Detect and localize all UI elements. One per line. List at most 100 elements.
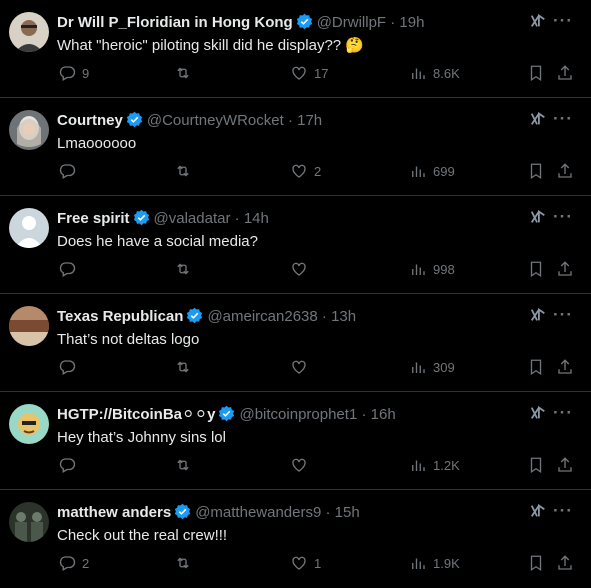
views-button[interactable]: 8.6K <box>409 64 460 82</box>
reply-tweet[interactable]: Texas Republican @ameircan2638 · 13h ··· … <box>0 294 591 392</box>
retweet-button[interactable] <box>174 456 198 474</box>
like-button[interactable] <box>290 260 314 278</box>
views-button[interactable]: 309 <box>409 358 455 376</box>
share-icon <box>558 163 572 178</box>
verified-badge-icon <box>296 13 313 35</box>
handle[interactable]: @CourtneyWRocket <box>147 112 284 129</box>
bookmark-button[interactable] <box>527 554 545 572</box>
like-button[interactable]: 1 <box>290 554 321 572</box>
share-button[interactable] <box>556 456 574 474</box>
reply-button[interactable] <box>58 260 82 278</box>
share-button[interactable] <box>556 554 574 572</box>
bookmark-button[interactable] <box>527 64 545 82</box>
share-button[interactable] <box>556 260 574 278</box>
like-button[interactable]: 2 <box>290 162 321 180</box>
more-icon[interactable]: ··· <box>553 11 573 31</box>
reply-button[interactable] <box>58 358 82 376</box>
reply-button[interactable]: 9 <box>58 64 89 82</box>
more-icon[interactable]: ··· <box>553 501 573 521</box>
display-name[interactable]: matthew anders <box>57 504 171 521</box>
retweet-button[interactable] <box>174 162 198 180</box>
retweet-icon <box>177 557 189 569</box>
reply-button[interactable]: 2 <box>58 554 89 572</box>
separator-dot: · <box>321 308 327 325</box>
avatar[interactable] <box>9 306 49 346</box>
timestamp[interactable]: 16h <box>371 406 396 423</box>
more-icon[interactable]: ··· <box>553 109 573 129</box>
grok-icon[interactable] <box>529 110 547 133</box>
action-bar: 309 <box>0 358 591 378</box>
bookmark-icon <box>530 261 542 278</box>
avatar[interactable] <box>9 208 49 248</box>
reply-tweet[interactable]: Courtney @CourtneyWRocket · 17h ··· Lmaoo… <box>0 98 591 196</box>
retweet-button[interactable] <box>174 358 198 376</box>
handle[interactable]: @matthewanders9 <box>195 504 321 521</box>
reply-tweet[interactable]: Dr Will P_Floridian in Hong Kong @Drwillp… <box>0 0 591 98</box>
views-button[interactable]: 1.2K <box>409 456 460 474</box>
reply-tweet[interactable]: HGTP://BitcoinBa⚪⚪y @bitcoinprophet1 · 16… <box>0 392 591 490</box>
view-count: 699 <box>433 163 455 179</box>
separator-dot: · <box>325 504 331 521</box>
more-icon[interactable]: ··· <box>553 305 573 325</box>
views-icon <box>412 362 425 373</box>
retweet-button[interactable] <box>174 64 198 82</box>
bookmark-icon <box>530 65 542 82</box>
share-button[interactable] <box>556 64 574 82</box>
reply-tweet[interactable]: Free spirit @valadatar · 14h ··· Does he … <box>0 196 591 294</box>
views-button[interactable]: 1.9K <box>409 554 460 572</box>
share-icon <box>558 555 572 570</box>
like-icon <box>292 66 306 80</box>
bookmark-icon <box>530 555 542 572</box>
display-name[interactable]: HGTP://BitcoinBa⚪⚪y <box>57 406 215 423</box>
handle[interactable]: @DrwillpF <box>317 14 386 31</box>
view-count: 998 <box>433 261 455 277</box>
like-button[interactable] <box>290 456 314 474</box>
display-name[interactable]: Dr Will P_Floridian in Hong Kong <box>57 14 293 31</box>
reply-button[interactable] <box>58 456 82 474</box>
views-button[interactable]: 699 <box>409 162 455 180</box>
separator-dot: · <box>234 210 240 227</box>
more-icon[interactable]: ··· <box>553 207 573 227</box>
bookmark-button[interactable] <box>527 260 545 278</box>
more-icon[interactable]: ··· <box>553 403 573 423</box>
grok-icon[interactable] <box>529 12 547 35</box>
reply-tweet[interactable]: matthew anders @matthewanders9 · 15h ··· … <box>0 490 591 588</box>
action-bar: 998 <box>0 260 591 280</box>
avatar[interactable] <box>9 110 49 150</box>
display-name[interactable]: Courtney <box>57 112 123 129</box>
views-button[interactable]: 998 <box>409 260 455 278</box>
tweet-header: Courtney @CourtneyWRocket · 17h <box>57 111 521 133</box>
tweet-text: Check out the real crew!!! <box>57 527 228 544</box>
grok-icon[interactable] <box>529 208 547 231</box>
like-button[interactable]: 17 <box>290 64 328 82</box>
display-name[interactable]: Texas Republican <box>57 308 183 325</box>
timestamp[interactable]: 15h <box>335 504 360 521</box>
tweet-text: What "heroic" piloting skill did he disp… <box>57 37 364 54</box>
timestamp[interactable]: 19h <box>399 14 424 31</box>
bookmark-button[interactable] <box>527 456 545 474</box>
views-icon <box>412 264 425 275</box>
display-name[interactable]: Free spirit <box>57 210 130 227</box>
timestamp[interactable]: 17h <box>297 112 322 129</box>
avatar[interactable] <box>9 12 49 52</box>
handle[interactable]: @bitcoinprophet1 <box>239 406 357 423</box>
verified-badge-icon <box>186 307 203 329</box>
avatar[interactable] <box>9 502 49 542</box>
retweet-button[interactable] <box>174 260 198 278</box>
like-button[interactable] <box>290 358 314 376</box>
retweet-button[interactable] <box>174 554 198 572</box>
tweet-text: Does he have a social media? <box>57 233 258 250</box>
grok-icon[interactable] <box>529 306 547 329</box>
bookmark-button[interactable] <box>527 358 545 376</box>
bookmark-button[interactable] <box>527 162 545 180</box>
share-button[interactable] <box>556 358 574 376</box>
handle[interactable]: @valadatar <box>154 210 231 227</box>
grok-icon[interactable] <box>529 404 547 427</box>
share-button[interactable] <box>556 162 574 180</box>
avatar[interactable] <box>9 404 49 444</box>
handle[interactable]: @ameircan2638 <box>207 308 317 325</box>
reply-button[interactable] <box>58 162 82 180</box>
grok-icon[interactable] <box>529 502 547 525</box>
timestamp[interactable]: 13h <box>331 308 356 325</box>
timestamp[interactable]: 14h <box>244 210 269 227</box>
